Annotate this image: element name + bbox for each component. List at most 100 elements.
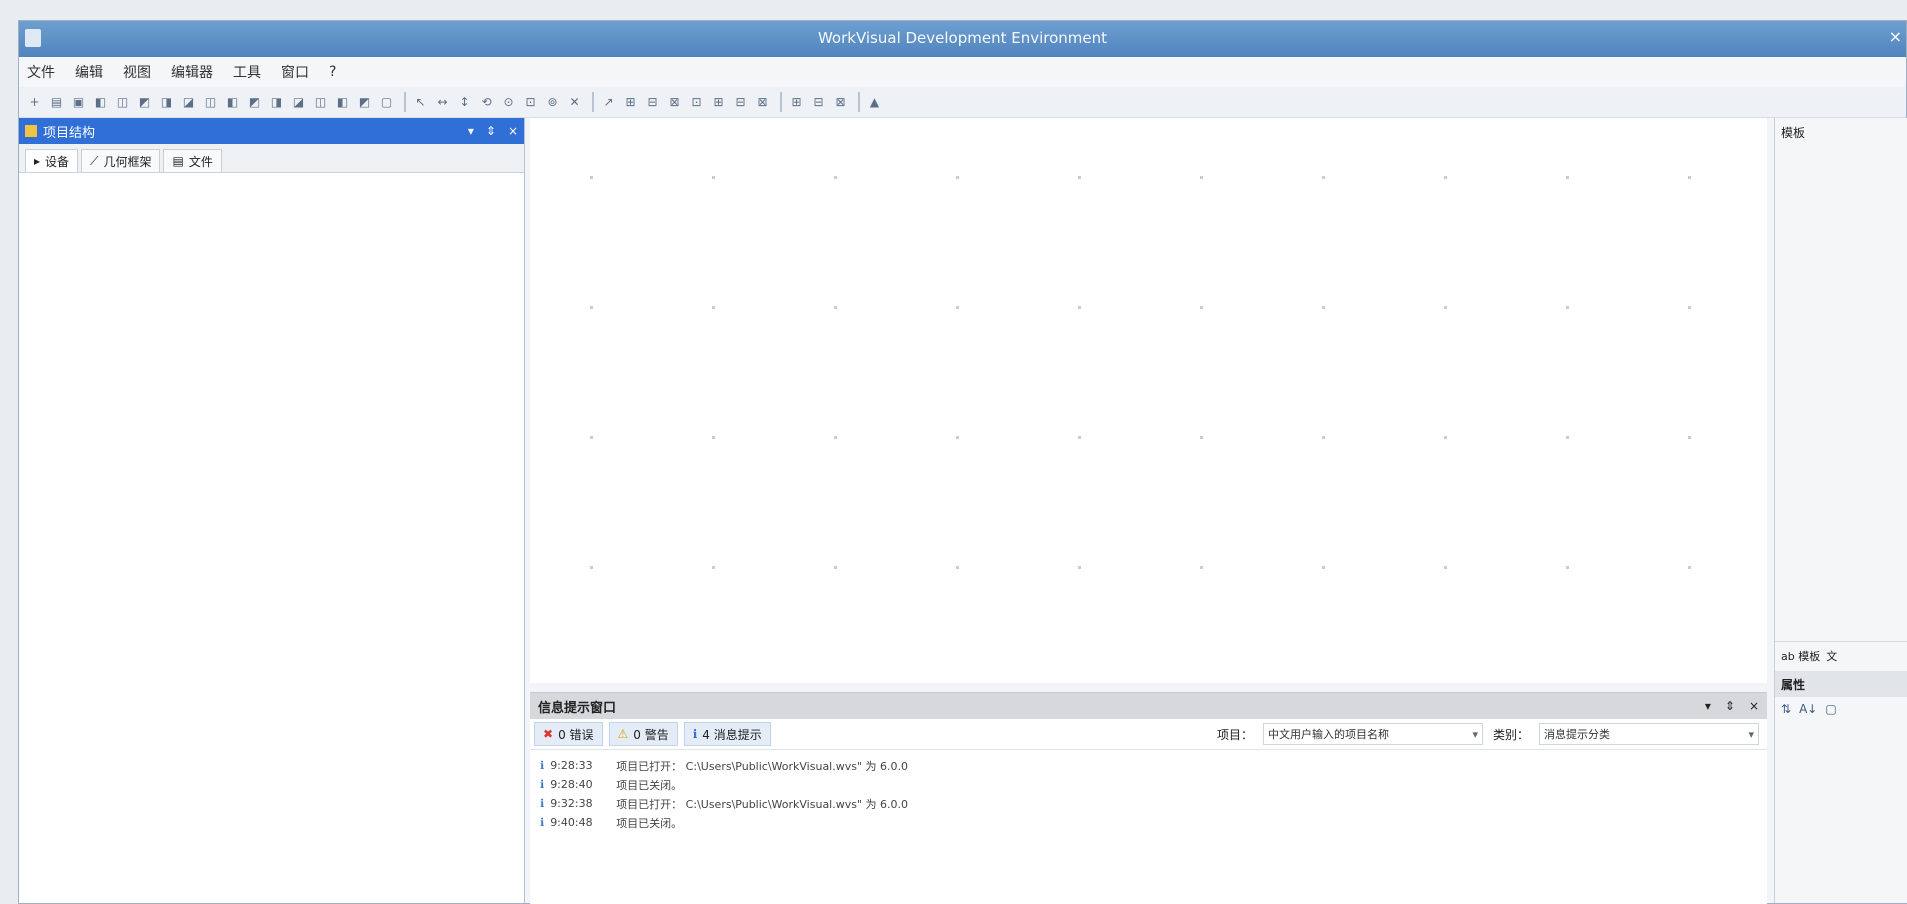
toolbar-button-icon[interactable]: ↖ — [411, 93, 430, 111]
toolbar-button-icon[interactable]: ⊠ — [831, 93, 850, 111]
message-pin-button[interactable]: ⇕ — [1725, 699, 1735, 713]
toolbar-button-icon[interactable]: ↔ — [433, 93, 452, 111]
message-time: 9:40:48 — [550, 816, 593, 829]
grid-point — [712, 436, 715, 439]
message-row[interactable]: ℹ 9:28:33 项目已打开： C:\Users\Public\WorkVis… — [540, 756, 1757, 775]
toolbar-button-icon[interactable]: ↗ — [599, 93, 618, 111]
toolbar-button-icon[interactable]: ⊠ — [665, 93, 684, 111]
grid-point — [1200, 306, 1203, 309]
menu-file[interactable]: 文件 — [27, 62, 55, 82]
errors-filter-button[interactable]: ✖ 0 错误 — [534, 722, 603, 746]
panel-dropdown-button[interactable]: ▾ — [468, 124, 474, 138]
toolbar-button-icon[interactable]: ↕ — [455, 93, 474, 111]
menu-view[interactable]: 视图 — [123, 62, 151, 82]
message-filter-selects: 项目： 中文用户输入的项目名称 ▾ 类别： 消息提示分类 ▾ — [1217, 723, 1767, 745]
grid-point — [956, 176, 959, 179]
project-structure-header: 项目结构 ▾ ⇕ × — [19, 118, 524, 144]
tab-geometry[interactable]: ⟋ 几何框架 — [81, 149, 161, 172]
toolbar-button-icon[interactable]: ▣ — [69, 93, 88, 111]
category-filter-label: 类别： — [1492, 727, 1529, 742]
property-pages-icon[interactable]: ▢ — [1825, 702, 1836, 716]
toolbar-button-icon[interactable]: ⊟ — [809, 93, 828, 111]
toolbar-button-icon[interactable]: ⊡ — [521, 93, 540, 111]
sort-categorized-icon[interactable]: ⇅ — [1781, 702, 1791, 716]
grid-point — [1200, 176, 1203, 179]
templates-title: 模板 — [1781, 125, 1806, 140]
toolbar-button-icon[interactable]: ◧ — [223, 93, 242, 111]
panel-close-button[interactable]: × — [508, 124, 518, 138]
grid-point — [1566, 306, 1569, 309]
menu-editor[interactable]: 编辑器 — [171, 62, 213, 82]
grid-point — [1688, 436, 1691, 439]
toolbar-button-icon[interactable]: ⟲ — [477, 93, 496, 111]
menu-help[interactable]: ? — [329, 64, 336, 80]
files-icon: ▤ — [172, 154, 184, 168]
tab-templates[interactable]: ab 模板 — [1781, 648, 1820, 664]
warnings-filter-button[interactable]: ⚠ 0 警告 — [608, 722, 678, 746]
category-filter-select[interactable]: 消息提示分类 ▾ — [1539, 723, 1759, 745]
chevron-down-icon: ▾ — [1748, 727, 1754, 741]
menu-edit[interactable]: 编辑 — [75, 62, 103, 82]
toolbar-button-icon[interactable]: ◫ — [113, 93, 132, 111]
toolbar-button-icon[interactable]: ⊞ — [709, 93, 728, 111]
project-structure-panel: 项目结构 ▾ ⇕ × ▸ 设备 ⟋ 几何框架 ▤ 文件 — [19, 118, 525, 903]
message-text: 项目已关闭。 — [616, 778, 683, 792]
toolbar-button-icon[interactable]: ▤ — [47, 93, 66, 111]
toolbar-button-icon[interactable]: + — [25, 93, 44, 111]
toolbar-button-icon[interactable]: ◧ — [91, 93, 110, 111]
toolbar-button-icon[interactable]: ⊙ — [499, 93, 518, 111]
tab-text[interactable]: 文 — [1826, 648, 1837, 664]
close-window-button[interactable]: × — [1889, 27, 1902, 46]
toolbar-button-icon[interactable]: ⊚ — [543, 93, 562, 111]
editor-canvas[interactable] — [530, 118, 1767, 683]
info-icon: ℹ — [540, 759, 545, 772]
tab-files-label: 文件 — [188, 154, 213, 169]
toolbar-button-icon[interactable]: ◩ — [245, 93, 264, 111]
toolbar-button-icon[interactable]: ✕ — [565, 93, 584, 111]
info-icon: ℹ — [540, 797, 545, 810]
message-text: 项目已关闭。 — [616, 816, 683, 830]
grid-point — [956, 306, 959, 309]
toolbar-button-icon[interactable]: ⊟ — [731, 93, 750, 111]
toolbar-button-icon[interactable]: ▢ — [377, 93, 396, 111]
toolbar-button-icon[interactable]: ◫ — [201, 93, 220, 111]
warnings-filter-label: 0 警告 — [633, 727, 669, 742]
toolbar-button-icon[interactable]: ⊞ — [621, 93, 640, 111]
category-filter-value: 消息提示分类 — [1544, 728, 1610, 741]
toolbar-button-icon[interactable]: ◨ — [157, 93, 176, 111]
panel-pin-button[interactable]: ⇕ — [486, 124, 496, 138]
toolbar-button-icon[interactable]: ⊡ — [687, 93, 706, 111]
toolbar-button-icon[interactable]: ⊞ — [787, 93, 806, 111]
tab-devices-label: 设备 — [45, 154, 70, 169]
tab-files[interactable]: ▤ 文件 — [163, 149, 222, 172]
toolbar-button-icon[interactable]: ◧ — [333, 93, 352, 111]
message-row[interactable]: ℹ 9:28:40 项目已关闭。 — [540, 775, 1757, 794]
messages-filter-button[interactable]: ℹ 4 消息提示 — [683, 722, 771, 746]
application-window: WorkVisual Development Environment × 文件 … — [18, 20, 1907, 904]
message-row[interactable]: ℹ 9:40:48 项目已关闭。 — [540, 813, 1757, 832]
toolbar-button-icon[interactable]: ▲ — [865, 93, 884, 111]
project-filter-select[interactable]: 中文用户输入的项目名称 ▾ — [1262, 723, 1483, 745]
info-icon: ℹ — [540, 816, 545, 829]
toolbar-button-icon[interactable]: ⊟ — [643, 93, 662, 111]
info-icon: ℹ — [692, 727, 698, 741]
toolbar-button-icon[interactable]: ◨ — [267, 93, 286, 111]
project-structure-tabs: ▸ 设备 ⟋ 几何框架 ▤ 文件 — [19, 144, 524, 173]
sort-alphabetical-icon[interactable]: A↓ — [1799, 702, 1817, 716]
toolbar-button-icon[interactable]: ◩ — [135, 93, 154, 111]
errors-filter-label: 0 错误 — [558, 727, 594, 742]
message-text: 项目已打开： C:\Users\Public\WorkVisual.wvs" 为… — [616, 797, 909, 811]
message-row[interactable]: ℹ 9:32:38 项目已打开： C:\Users\Public\WorkVis… — [540, 794, 1757, 813]
menu-tools[interactable]: 工具 — [233, 62, 261, 82]
message-close-button[interactable]: × — [1749, 699, 1759, 713]
toolbar-button-icon[interactable]: ◪ — [289, 93, 308, 111]
message-dropdown-button[interactable]: ▾ — [1705, 699, 1711, 713]
toolbar-button-icon[interactable]: ◪ — [179, 93, 198, 111]
tab-devices[interactable]: ▸ 设备 — [25, 149, 79, 172]
message-time: 9:28:33 — [550, 759, 593, 772]
title-bar[interactable]: WorkVisual Development Environment × — [19, 21, 1906, 57]
toolbar-button-icon[interactable]: ◩ — [355, 93, 374, 111]
menu-window[interactable]: 窗口 — [281, 62, 309, 82]
toolbar-button-icon[interactable]: ⊠ — [753, 93, 772, 111]
toolbar-button-icon[interactable]: ◫ — [311, 93, 330, 111]
